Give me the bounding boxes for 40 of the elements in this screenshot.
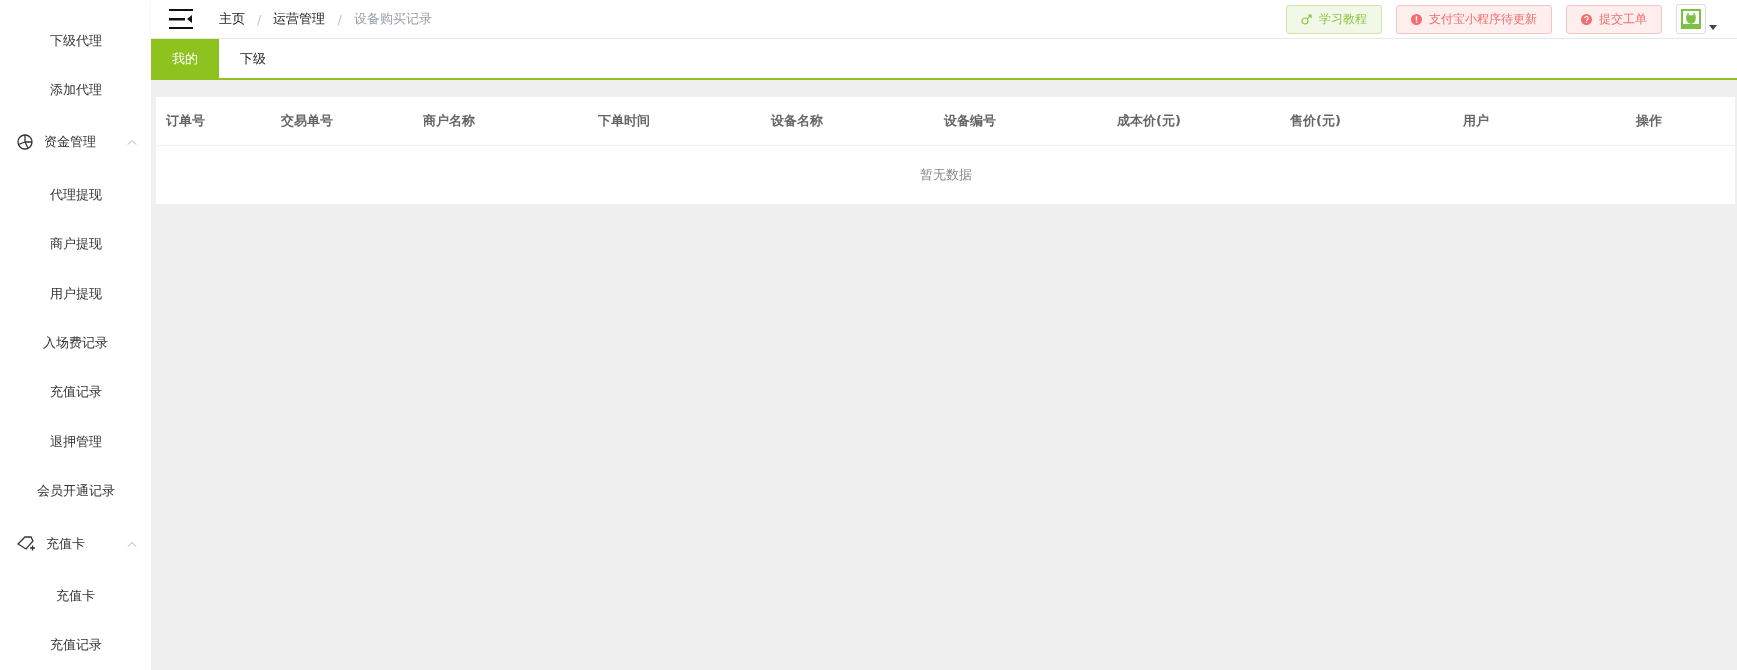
sidebar-item[interactable]: 充值记录	[0, 620, 151, 670]
sidebar-item[interactable]: 会员开通记录	[0, 466, 151, 516]
sidebar-item[interactable]: 代理提现	[0, 170, 151, 220]
pie-chart-icon	[16, 133, 34, 152]
column-header: 成本价(元)	[1116, 112, 1182, 130]
sidebar-group[interactable]: 充值卡	[0, 515, 151, 572]
sidebar-item[interactable]: 入场费记录	[0, 318, 151, 368]
column-header: 商户名称	[422, 112, 476, 130]
breadcrumb-separator: /	[257, 11, 262, 27]
column-header: 售价(元)	[1289, 112, 1342, 130]
sidebar-item[interactable]: 商户提现	[0, 219, 151, 269]
sidebar-group-label: 充值卡	[46, 534, 86, 553]
sidebar-item[interactable]: 充值记录	[0, 367, 151, 418]
sidebar-item[interactable]: 充值卡	[0, 571, 151, 621]
tag-plus-icon	[16, 534, 36, 553]
sidebar-group[interactable]: 资金管理	[0, 114, 151, 171]
column-header: 订单号	[165, 112, 206, 130]
sidebar-item[interactable]: 添加代理	[0, 65, 151, 115]
plug-logo-icon	[1681, 9, 1701, 29]
sidebar-item[interactable]: 用户提现	[0, 268, 151, 319]
column-header: 设备编号	[943, 112, 997, 130]
sidebar-item[interactable]: 退押管理	[0, 417, 151, 467]
breadcrumb-separator: /	[337, 11, 342, 27]
column-header: 用户	[1462, 112, 1490, 130]
chevron-icon[interactable]	[127, 139, 137, 146]
chevron-icon[interactable]	[127, 540, 137, 547]
menu-collapse-icon[interactable]	[169, 8, 193, 30]
empty-message: 暂无数据	[918, 166, 973, 184]
column-header: 设备名称	[770, 112, 824, 130]
column-header: 交易单号	[280, 112, 334, 130]
sidebar-group-label: 资金管理	[44, 133, 97, 152]
sidebar-item[interactable]: 下级代理	[0, 16, 151, 66]
breadcrumb-link[interactable]: 主页	[219, 10, 245, 28]
caret-down-icon[interactable]	[1709, 24, 1717, 30]
column-header: 操作	[1635, 112, 1663, 130]
alert-icon	[1411, 13, 1422, 25]
help-icon	[1581, 13, 1592, 25]
male-symbol-icon	[1301, 13, 1312, 25]
column-header: 下单时间	[597, 112, 651, 130]
breadcrumb-link[interactable]: 运营管理	[273, 10, 326, 28]
